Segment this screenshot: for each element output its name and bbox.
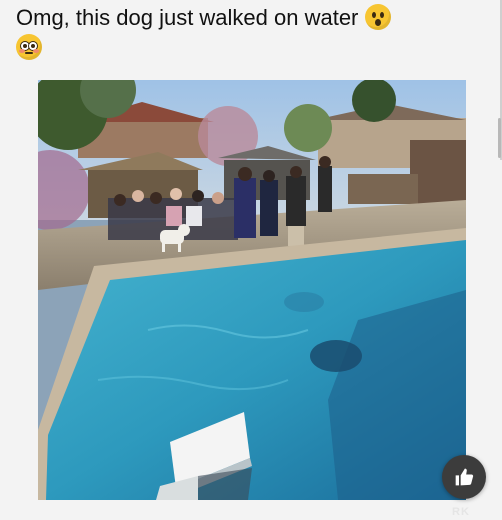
like-button[interactable] xyxy=(442,455,486,499)
scrollbar-thumb[interactable] xyxy=(498,118,501,158)
video-frame xyxy=(38,80,466,500)
caption-text: Omg, this dog just walked on water xyxy=(16,5,359,30)
flushed-face-icon xyxy=(16,34,42,60)
caption-block: Omg, this dog just walked on water xyxy=(16,3,486,63)
watermark-text: RK xyxy=(452,506,470,518)
hushed-face-icon xyxy=(364,4,391,30)
like-icon xyxy=(455,468,474,486)
video-player[interactable] xyxy=(38,80,466,500)
